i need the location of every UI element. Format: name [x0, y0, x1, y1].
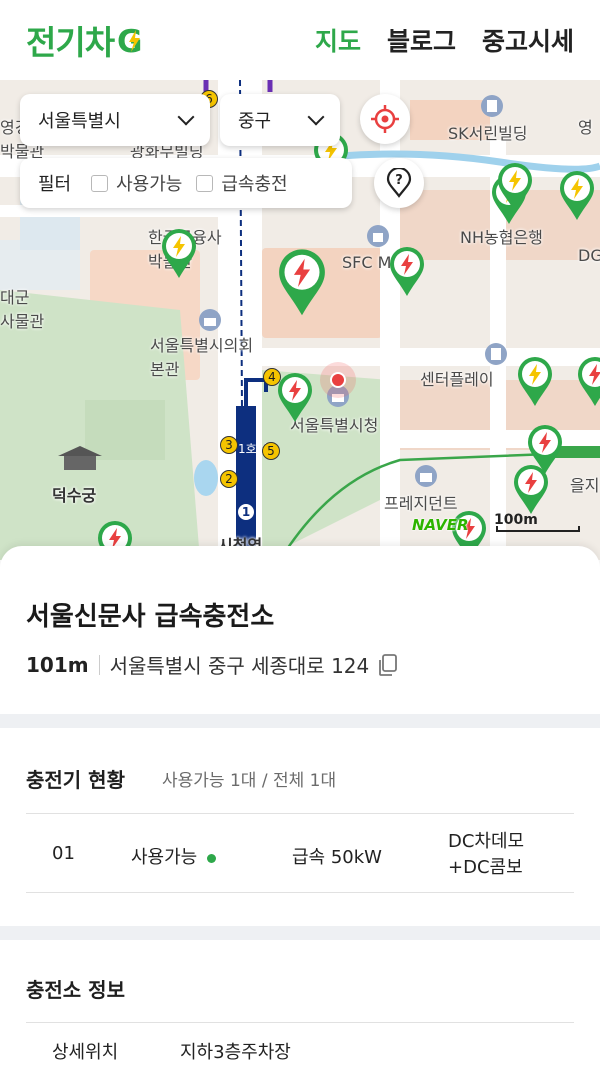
filter-bar: 필터 사용가능 급속충전	[20, 158, 352, 208]
map-label-euljiro: 을지	[570, 476, 600, 495]
charger-marker-icon[interactable]	[496, 162, 534, 214]
station-name: 서울신문사 급속충전소	[26, 602, 275, 632]
checkbox-box[interactable]	[91, 174, 109, 192]
map-label-sk: SK서린빌딩	[448, 124, 528, 143]
logo-bolt-icon: G	[116, 23, 146, 57]
charger-speed: 급속 50kW	[292, 847, 382, 868]
station-distance: 101m	[26, 652, 89, 677]
help-pin-icon: ?	[386, 168, 412, 198]
table-top-line	[26, 813, 574, 814]
building-icon	[485, 343, 507, 365]
map-label-deoksugung: 덕수궁	[52, 486, 97, 505]
map-label-sfc: SFC M	[342, 253, 392, 272]
charger-marker-icon[interactable]	[276, 372, 314, 424]
map-label-president: 프레지던트	[384, 494, 458, 513]
exit-badge: 2	[220, 470, 238, 488]
charger-marker-icon[interactable]	[516, 356, 554, 408]
app-logo[interactable]: 전기차 G	[26, 16, 146, 64]
charger-marker-selected-icon[interactable]	[276, 248, 328, 318]
connector-type-line2: +DC콤보	[448, 857, 523, 878]
section-divider	[0, 926, 600, 940]
region-select[interactable]: 서울특별시	[20, 94, 210, 146]
help-button[interactable]: ?	[374, 158, 424, 208]
locate-me-button[interactable]	[360, 94, 410, 144]
station-address-row: 101m 서울특별시 중구 세종대로 124	[26, 650, 399, 679]
main-nav: 지도 블로그 중고시세	[315, 22, 574, 58]
map-provider-logo: NAVER	[412, 516, 469, 534]
separator	[98, 654, 100, 675]
shopping-icon	[367, 225, 389, 247]
map-view[interactable]: 영경박물관 광화무빌딩 SK서린빌딩 영 한국금융사박물관 NH농협은행 DG …	[0, 80, 600, 560]
filter-title: 필터	[38, 174, 72, 195]
charger-status-summary: 사용가능 1대 / 전체 1대	[162, 771, 337, 791]
map-scale-bar	[496, 526, 580, 532]
line1-badge: 1	[236, 502, 256, 522]
charger-marker-icon[interactable]	[576, 356, 600, 408]
station-address: 서울특별시 중구 세종대로 124	[109, 654, 370, 678]
connector-type-line1: DC차데모	[448, 831, 525, 852]
government-icon	[199, 309, 221, 331]
exit-badge: 3	[220, 436, 238, 454]
charger-status-title: 충전기 현황	[26, 768, 125, 792]
filter-fast-label: 급속충전	[221, 174, 288, 195]
filter-fast-checkbox[interactable]: 급속충전	[196, 170, 288, 196]
selected-location-icon	[320, 362, 356, 398]
filter-available-checkbox[interactable]: 사용가능	[91, 170, 182, 196]
map-label-dg: DG	[578, 246, 600, 265]
charger-marker-icon[interactable]	[512, 464, 550, 516]
map-label-gun: 대군 사물관	[0, 288, 45, 331]
charger-marker-icon[interactable]	[388, 246, 426, 298]
map-label-council: 서울특별시의회 본관	[150, 336, 254, 379]
chevron-down-icon	[177, 108, 195, 126]
charger-marker-icon[interactable]	[160, 228, 198, 280]
app-header: 전기차 G 지도 블로그 중고시세	[0, 0, 600, 80]
chevron-down-icon	[307, 108, 325, 126]
region-select-value: 서울특별시	[38, 111, 121, 132]
section-divider	[0, 714, 600, 728]
charger-status: 사용가능	[131, 843, 217, 869]
filter-available-label: 사용가능	[116, 174, 183, 195]
station-detail-sheet: 서울신문사 급속충전소 101m 서울특별시 중구 세종대로 124 충전기 현…	[0, 546, 600, 1067]
map-label-yeong: 영	[578, 118, 593, 137]
building-icon	[481, 95, 503, 117]
district-select[interactable]: 중구	[220, 94, 340, 146]
info-value-detail-location: 지하3층주차장	[180, 1042, 291, 1063]
charger-marker-icon[interactable]	[558, 170, 596, 222]
nav-used-price[interactable]: 중고시세	[482, 22, 574, 58]
palace-icon	[58, 446, 102, 470]
exit-badge: 5	[262, 442, 280, 460]
copy-icon[interactable]	[377, 653, 399, 677]
charger-id: 01	[52, 843, 75, 864]
map-label-nh: NH농협은행	[460, 228, 543, 247]
info-key-detail-location: 상세위치	[52, 1042, 119, 1063]
nav-map[interactable]: 지도	[315, 22, 361, 58]
checkbox-box[interactable]	[196, 174, 214, 192]
station-info-title: 충전소 정보	[26, 978, 125, 1002]
charger-connector-type: DC차데모 +DC콤보	[448, 829, 524, 881]
hotel-icon	[415, 465, 437, 487]
svg-text:?: ?	[395, 173, 403, 188]
district-select-value: 중구	[238, 111, 272, 132]
logo-text: 전기차	[26, 23, 115, 62]
map-label-center: 센터플레이	[420, 370, 494, 389]
table-bottom-line	[26, 892, 574, 893]
info-top-line	[26, 1022, 574, 1023]
charger-status-text: 사용가능	[131, 847, 198, 868]
crosshair-icon	[371, 105, 399, 133]
nav-blog[interactable]: 블로그	[387, 22, 456, 58]
status-dot-icon	[207, 853, 217, 863]
